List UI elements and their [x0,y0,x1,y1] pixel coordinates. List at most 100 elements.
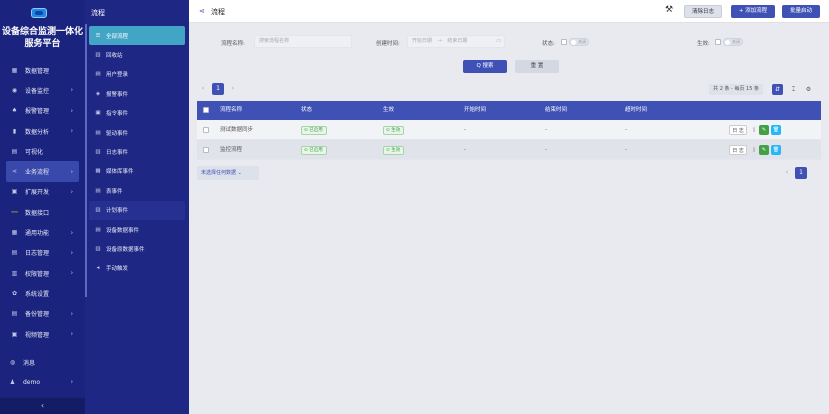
search-button[interactable]: Q 搜索 [463,60,507,73]
col-status[interactable]: 状态 [301,101,312,120]
effective-badge: ⊙ 生效 [383,126,405,135]
manual-trigger-icon: ◂ [96,265,100,272]
export-icon[interactable]: ⌶ [788,84,799,95]
flow-category-item[interactable]: ▤ 驱动事件 [89,123,185,142]
sidebar-item-5[interactable]: ▤ 可视化 [0,141,85,161]
schedule-icon: ▥ [95,207,101,214]
log-button[interactable]: 日 志 [729,145,747,155]
copy-icon[interactable]: ▯ [750,125,758,135]
row-checkbox[interactable] [203,147,209,153]
media-icon: ▦ [95,168,101,175]
sidebar-item-4[interactable]: ▮ 数据分析 › [0,121,85,141]
status-toggle[interactable]: 关闭 [569,38,589,46]
flow-category-item[interactable]: ▤ 表事件 [89,181,185,200]
flow-category-item[interactable]: ▤ 用户登录 [89,65,185,84]
settings-icon[interactable]: ⚙ [803,84,814,95]
edit-icon[interactable]: ✎ [759,145,769,155]
alarm-icon: ◈ [95,90,101,97]
sidebar-item-6[interactable]: ⋖ 业务流程 › [6,161,79,182]
subside-scrollbar[interactable] [85,24,87,297]
sidebar-item-1[interactable]: ◍ 消息 [0,352,85,372]
status-badge: ⊙ 已启用 [301,126,327,135]
flow-category-sidebar: 流程 ☰ 全部流程 ▥ 回收站 ▤ 用户登录 ◈ 报警事件 ▣ 指令事件 ▤ 驱动事件 ▥ 日志事件 ▦ 媒体… [85,0,189,414]
batch-start-button[interactable]: 批量启动 [782,5,820,18]
sidebar-item-label: 系统设置 [25,290,50,298]
columns-toggle-icon[interactable]: ⇵ [772,84,783,95]
add-flow-button[interactable]: + 添加流程 [731,5,775,18]
flow-category-item[interactable]: ◂ 手动触发 [89,259,185,278]
prev-page-button[interactable]: ‹ [197,83,209,95]
sidebar-item-label: 备份管理 [25,311,50,319]
sidebar-item-3[interactable]: ♠ 报警管理 › [0,101,85,121]
flow-name: 测试数据同步 [220,127,254,133]
sidebar-item-2[interactable]: ♟ demo › [0,372,85,392]
flow-category-item[interactable]: ☰ 全部流程 [89,26,185,46]
col-start-time[interactable]: 开始时间 [464,101,486,120]
select-all-checkbox[interactable] [203,107,209,113]
sidebar-item-9[interactable]: ▦ 通用功能 › [0,222,85,242]
sidebar-item-12[interactable]: ✿ 系统设置 [0,283,85,303]
delete-icon[interactable]: 🗑 [771,145,781,155]
sidebar-item-14[interactable]: ▣ 视频管理 › [0,324,85,344]
flow-category-item[interactable]: ▤ 设备数据事件 [89,220,185,239]
flow-category-item[interactable]: ▥ 日志事件 [89,142,185,161]
flow-category-item[interactable]: ◈ 报警事件 [89,84,185,103]
next-page-button[interactable]: › [227,83,239,95]
chevron-right-icon: › [70,168,73,176]
list-icon: ☰ [95,32,101,39]
table-footer: 未选择任何数据 ⌄ ‹ 1 [197,165,821,185]
flow-category-item[interactable]: ▥ 回收站 [89,45,185,64]
flow-category-label: 设备原数据事件 [106,246,145,253]
table-row[interactable]: 测试数据同步 ⊙ 已启用 ⊙ 生效 - - - 日 志 ▯ ✎ 🗑 [197,120,821,140]
end-date-input[interactable]: 结束日期 [447,38,467,44]
status-checkbox[interactable] [561,39,567,45]
reset-button[interactable]: 重 置 [515,60,559,73]
clear-log-button[interactable]: 清除日志 [684,5,722,18]
copy-icon[interactable]: ▯ [750,145,758,155]
flow-table: 流程名称 状态 生效 开始时间 结束时间 超时时间 测试数据同步 ⊙ 已启用 ⊙ 生… [197,101,821,160]
col-end-time[interactable]: 结束时间 [545,101,567,120]
status-badge-text: 已启用 [309,128,323,133]
selection-dropdown[interactable]: 未选择任何数据 ⌄ [197,166,259,180]
start-time: - [464,127,466,133]
login-icon: ▤ [95,71,101,78]
footer-page-1-button[interactable]: 1 [795,167,807,179]
timeout: - [625,127,627,133]
create-time-range[interactable]: 开始日期 → 结束日期 ▭ [407,35,505,48]
sidebar-item-label: 数据管理 [25,67,50,75]
col-name[interactable]: 流程名称 [220,101,242,120]
flow-category-item[interactable]: ▣ 指令事件 [89,104,185,123]
sidebar-item-7[interactable]: ▣ 扩展开发 › [0,182,85,202]
edit-icon[interactable]: ✎ [759,125,769,135]
row-checkbox[interactable] [203,127,209,133]
delete-icon[interactable]: 🗑 [771,125,781,135]
flow-category-item[interactable]: ▦ 媒体库事件 [89,162,185,181]
table-row[interactable]: 监控流程 ⊙ 已启用 ⊙ 生效 - - - 日 志 ▯ ✎ 🗑 [197,140,821,160]
start-date-input[interactable]: 开始日期 [412,38,432,44]
collapse-sidebar-button[interactable]: ‹ [0,398,85,414]
tools-icon[interactable]: ⚒ [665,5,673,15]
sidebar-item-2[interactable]: ◉ 设备监控 › [0,80,85,100]
sidebar-item-10[interactable]: ▤ 日志管理 › [0,243,85,263]
sidebar-item-1[interactable]: ▦ 数据管理 [0,60,85,80]
status-label: 状态: [542,41,555,47]
code-icon: ▣ [11,188,18,196]
sidebar-item-8[interactable]: ➖ 数据接口 [0,202,85,222]
flow-category-label: 回收站 [106,53,123,60]
app-title: 设备综合监测一体化 服务平台 [1,27,83,49]
backup-icon: ▤ [11,310,18,318]
flow-category-item[interactable]: ▥ 计划事件 [89,200,185,220]
col-effective[interactable]: 生效 [383,101,394,120]
sidebar-item-13[interactable]: ▤ 备份管理 › [0,304,85,324]
flow-category-label: 报警事件 [106,91,129,98]
flow-name-input[interactable]: 搜索流程名称 [254,35,352,48]
footer-prev-button[interactable]: ‹ [781,167,793,179]
col-timeout[interactable]: 超时时间 [625,101,647,120]
flow-category-item[interactable]: ▥ 设备原数据事件 [89,239,185,258]
page-1-button[interactable]: 1 [212,83,224,95]
log-button[interactable]: 日 志 [729,125,747,135]
effective-toggle[interactable]: 关闭 [723,38,743,46]
sidebar-item-11[interactable]: ▥ 权限管理 › [0,263,85,283]
effective-checkbox[interactable] [715,39,721,45]
table-icon: ▤ [95,187,101,194]
